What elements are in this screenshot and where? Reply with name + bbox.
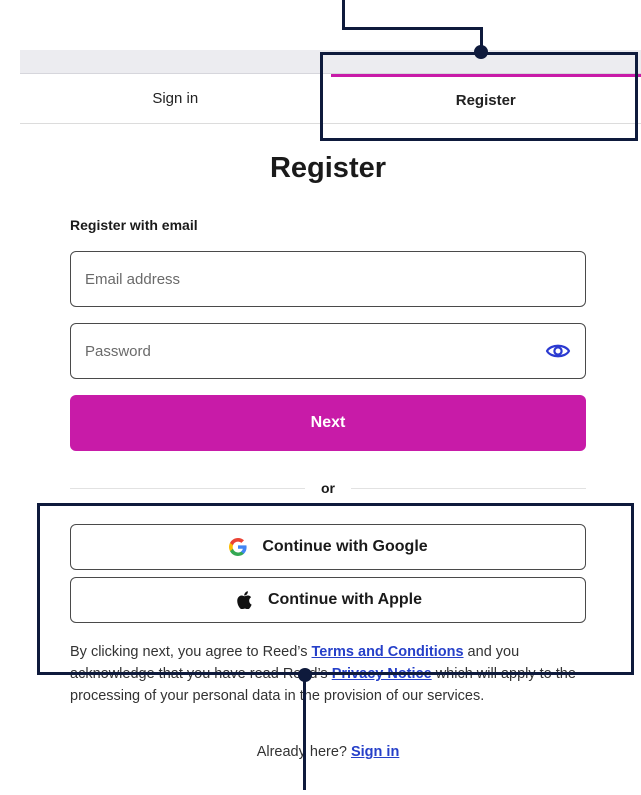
password-field[interactable]	[70, 323, 586, 379]
next-button[interactable]: Next	[70, 395, 586, 451]
annotation-box-social-buttons	[37, 503, 634, 675]
email-input[interactable]	[85, 270, 571, 288]
page-title: Register	[269, 152, 387, 184]
eye-icon[interactable]	[545, 338, 571, 364]
already-here-row: Already here? Sign in	[0, 744, 641, 760]
already-here-text: Already here?	[256, 744, 347, 760]
divider-line-left	[70, 487, 305, 489]
tab-signin[interactable]: Sign in	[20, 74, 331, 123]
password-input[interactable]	[85, 342, 545, 360]
email-field[interactable]	[70, 251, 586, 307]
or-divider: or	[70, 478, 586, 498]
register-page: Sign in Register Register Register with …	[0, 0, 641, 795]
annotation-line-top-horizontal	[342, 27, 483, 30]
register-with-email-label: Register with email	[70, 217, 198, 233]
footer-signin-link[interactable]: Sign in	[351, 744, 399, 760]
annotation-line-bottom	[303, 675, 306, 790]
divider-or-label: or	[321, 480, 335, 496]
divider-line-right	[351, 487, 586, 489]
annotation-box-register-tab	[320, 52, 638, 141]
annotation-line-top-vertical	[342, 0, 345, 30]
